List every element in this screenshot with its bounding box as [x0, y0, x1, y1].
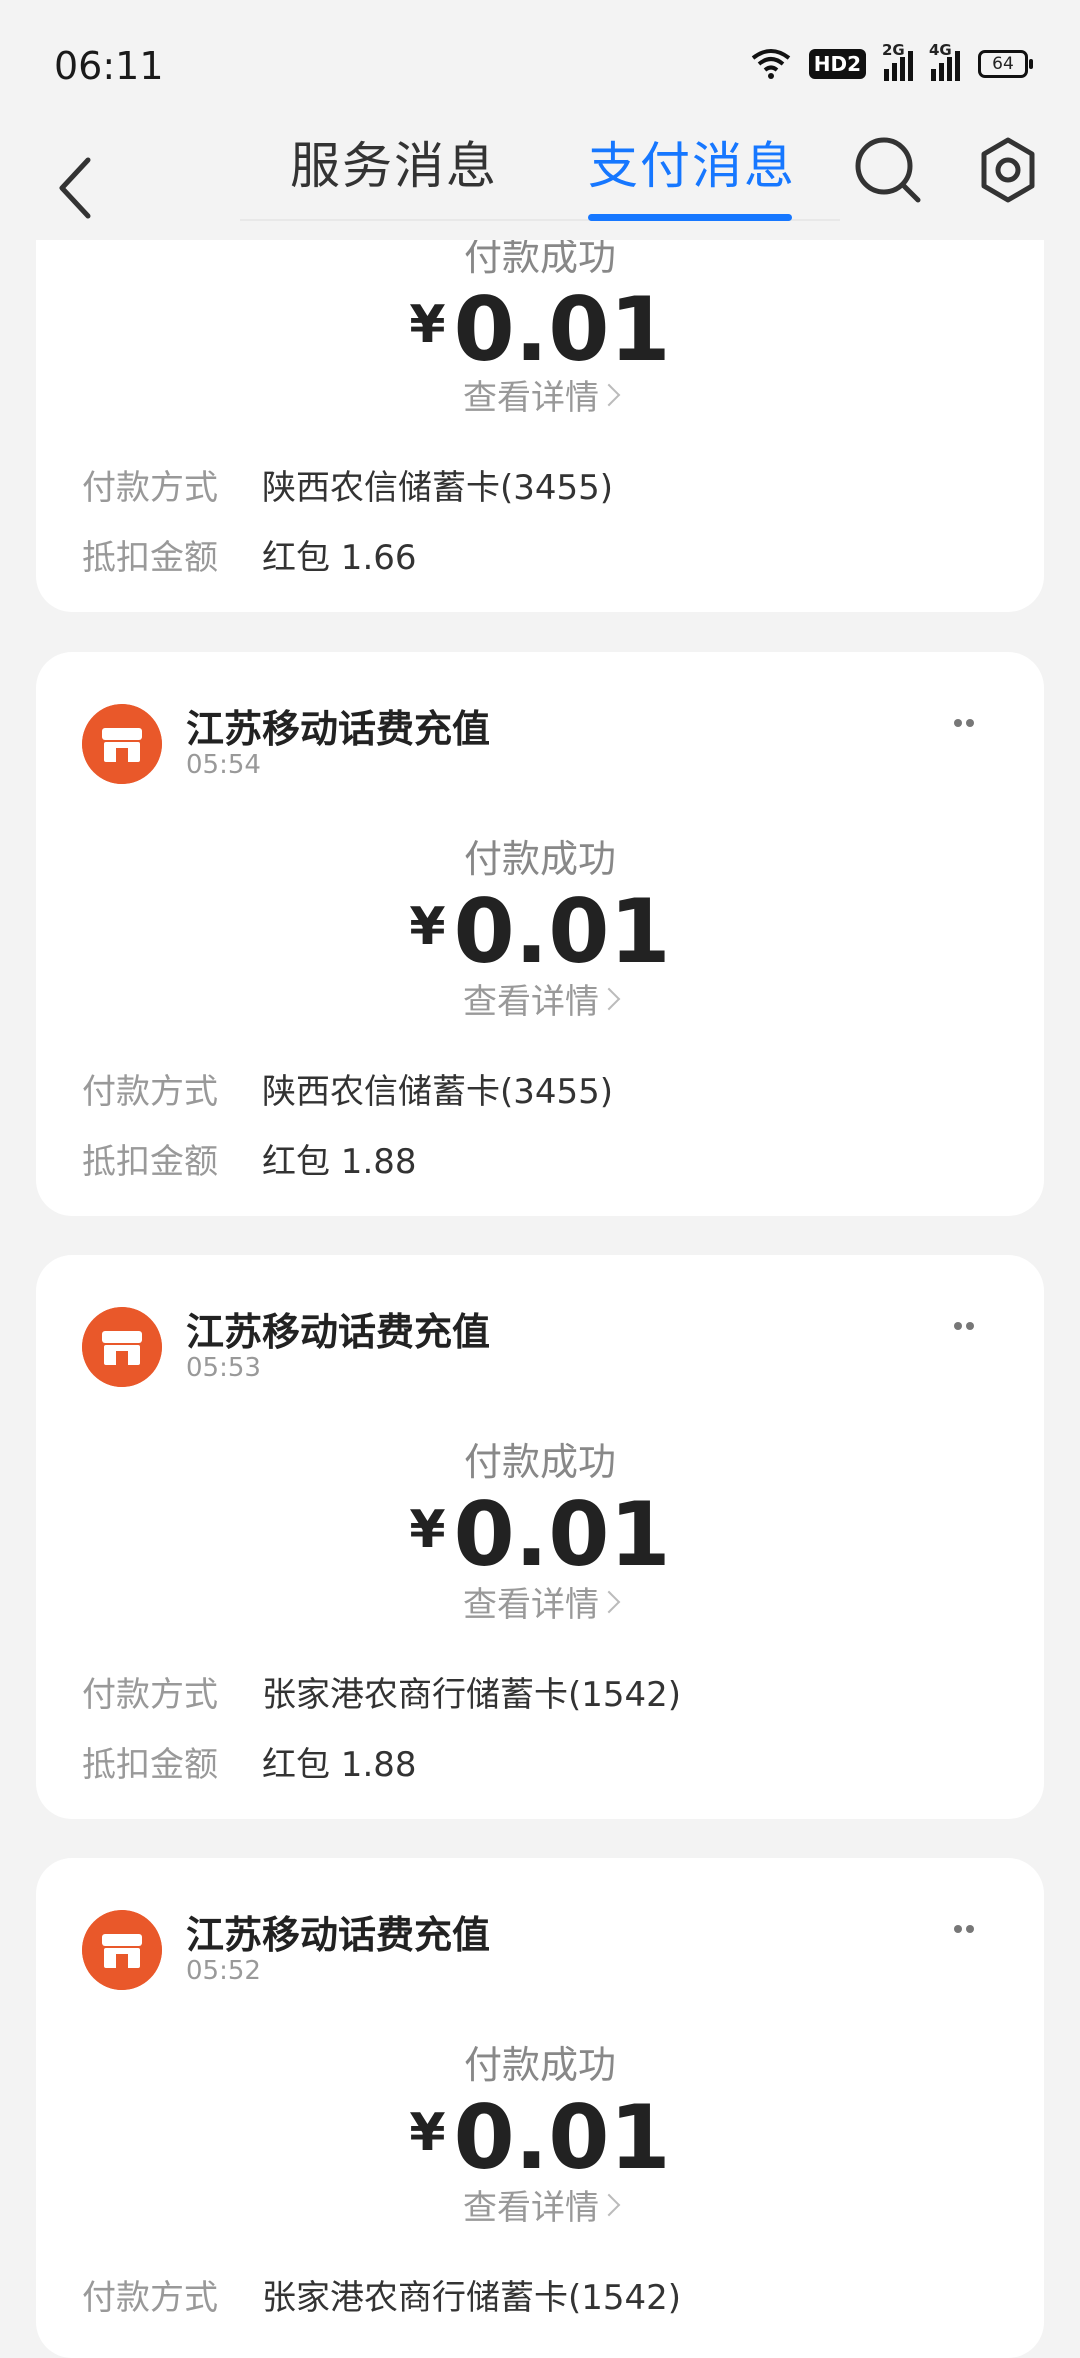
message-time: 05:53	[186, 1353, 261, 1383]
more-options-icon[interactable]	[954, 712, 990, 732]
amount-value: 0.01	[453, 2086, 671, 2189]
signal-2g-icon: 2G	[882, 41, 913, 81]
amount-value: 0.01	[453, 1483, 671, 1586]
back-icon[interactable]	[48, 138, 112, 228]
payment-method-label: 付款方式	[82, 1072, 218, 1112]
more-options-icon[interactable]	[954, 1315, 990, 1335]
payment-message-card[interactable]: 江苏移动话费充值 05:52 付款成功 ¥0.01 查看详情 付款方式 张家港农…	[36, 1858, 1044, 2358]
deduction-label: 抵扣金额	[82, 1142, 218, 1182]
view-details-label: 查看详情	[463, 982, 599, 1022]
payment-amount: ¥0.01	[36, 880, 1044, 983]
merchant-name: 江苏移动话费充值	[186, 1913, 491, 1957]
view-details-label: 查看详情	[463, 378, 599, 418]
chevron-right-icon	[597, 383, 621, 407]
merchant-store-icon	[82, 1307, 162, 1387]
currency-symbol: ¥	[409, 897, 446, 957]
message-header: 服务消息 支付消息	[0, 118, 1080, 240]
view-details-link[interactable]: 查看详情	[36, 1577, 1044, 1626]
view-details-label: 查看详情	[463, 2188, 599, 2228]
settings-gear-icon[interactable]	[972, 134, 1044, 206]
payment-status: 付款成功	[463, 2043, 616, 2087]
signal-2g-label: 2G	[882, 41, 905, 59]
amount-value: 0.01	[453, 278, 671, 381]
payment-amount: ¥0.01	[36, 2086, 1044, 2189]
currency-symbol: ¥	[409, 1500, 446, 1560]
amount-value: 0.01	[453, 880, 671, 983]
tab-payment-messages[interactable]: 支付消息	[588, 126, 796, 198]
payment-method-label: 付款方式	[82, 2278, 218, 2318]
message-time: 05:54	[186, 750, 261, 780]
payment-method-label: 付款方式	[82, 468, 218, 508]
signal-4g-label: 4G	[929, 41, 952, 59]
currency-symbol: ¥	[409, 295, 446, 355]
deduction-value: 红包 1.88	[262, 1142, 417, 1182]
deduction-value: 红包 1.66	[262, 538, 417, 578]
tab-service-messages[interactable]: 服务消息	[290, 126, 498, 198]
payment-method-value: 陕西农信储蓄卡(3455)	[262, 1072, 614, 1112]
status-bar: 06:11 HD2 2G 4G 64	[0, 0, 1080, 118]
chevron-right-icon	[597, 1590, 621, 1614]
payment-method-value: 张家港农商行储蓄卡(1542)	[262, 2278, 682, 2318]
merchant-name: 江苏移动话费充值	[186, 1310, 491, 1354]
view-details-label: 查看详情	[463, 1585, 599, 1625]
payment-status: 付款成功	[463, 837, 616, 881]
message-time: 05:52	[186, 1956, 261, 1986]
merchant-store-icon	[82, 1910, 162, 1990]
payment-status: 付款成功	[463, 1440, 616, 1484]
payment-message-card[interactable]: 付款成功 ¥0.01 查看详情 付款方式 陕西农信储蓄卡(3455) 抵扣金额 …	[36, 180, 1044, 612]
payment-method-value: 张家港农商行储蓄卡(1542)	[262, 1675, 682, 1715]
currency-symbol: ¥	[409, 2103, 446, 2163]
deduction-label: 抵扣金额	[82, 538, 218, 578]
payment-method-value: 陕西农信储蓄卡(3455)	[262, 468, 614, 508]
merchant-name: 江苏移动话费充值	[186, 707, 491, 751]
chevron-right-icon	[597, 987, 621, 1011]
payment-message-card[interactable]: 江苏移动话费充值 05:53 付款成功 ¥0.01 查看详情 付款方式 张家港农…	[36, 1255, 1044, 1819]
payment-message-card[interactable]: 江苏移动话费充值 05:54 付款成功 ¥0.01 查看详情 付款方式 陕西农信…	[36, 652, 1044, 1216]
payment-amount: ¥0.01	[36, 278, 1044, 381]
chevron-right-icon	[597, 2193, 621, 2217]
view-details-link[interactable]: 查看详情	[36, 370, 1044, 419]
payment-method-label: 付款方式	[82, 1675, 218, 1715]
wifi-icon	[751, 49, 790, 79]
search-icon[interactable]	[852, 134, 924, 206]
hd-voice-icon: HD2	[808, 49, 866, 79]
deduction-value: 红包 1.88	[262, 1745, 417, 1785]
payment-amount: ¥0.01	[36, 1483, 1044, 1586]
merchant-store-icon	[82, 704, 162, 784]
view-details-link[interactable]: 查看详情	[36, 974, 1044, 1023]
view-details-link[interactable]: 查看详情	[36, 2180, 1044, 2229]
battery-icon: 64	[978, 50, 1033, 78]
deduction-label: 抵扣金额	[82, 1745, 218, 1785]
status-time: 06:11	[54, 44, 164, 88]
status-icons: HD2 2G 4G 64	[751, 41, 1033, 84]
more-options-icon[interactable]	[954, 1918, 990, 1938]
active-tab-indicator	[588, 214, 792, 221]
signal-4g-icon: 4G	[929, 41, 960, 81]
